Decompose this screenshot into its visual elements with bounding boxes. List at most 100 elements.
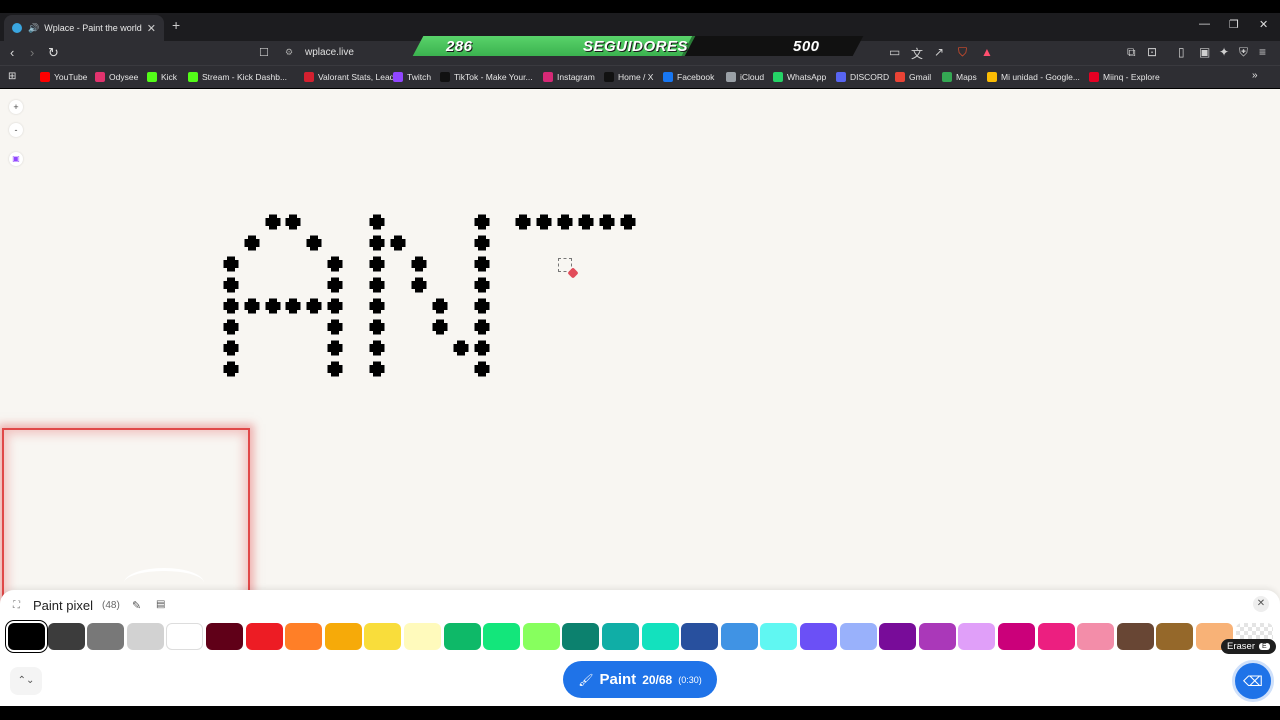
color-swatch[interactable]	[6, 621, 47, 652]
painted-pixel	[223, 277, 239, 293]
color-swatch[interactable]	[641, 623, 679, 650]
bookmark-label: Kick	[161, 72, 178, 82]
painted-pixel	[369, 298, 385, 314]
bookmark-14[interactable]: Maps	[942, 72, 977, 82]
painted-pixel	[474, 340, 490, 356]
color-swatch[interactable]	[879, 623, 917, 650]
color-swatch[interactable]	[522, 623, 560, 650]
bookmark-9[interactable]: Facebook	[663, 72, 714, 82]
cast-icon[interactable]: ▭	[889, 45, 900, 59]
window-close-button[interactable]: ✕	[1259, 18, 1268, 31]
vpn-icon[interactable]: ⛨	[1239, 45, 1248, 60]
color-swatch[interactable]	[958, 623, 996, 650]
bookmark-15[interactable]: Mi unidad - Google...	[987, 72, 1080, 82]
bookmark-6[interactable]: TikTok - Make Your...	[440, 72, 533, 82]
zoom-in-button[interactable]: +	[9, 100, 23, 114]
reload-button[interactable]: ↻	[48, 45, 59, 61]
color-swatch[interactable]	[1037, 623, 1075, 650]
color-swatch[interactable]	[166, 623, 204, 650]
bookmark-7[interactable]: Instagram	[543, 72, 595, 82]
close-panel-button[interactable]: ✕	[1253, 596, 1269, 612]
bookmark-favicon-icon	[304, 72, 314, 82]
color-swatch[interactable]	[206, 623, 243, 650]
bookmark-icon[interactable]: ☐	[259, 46, 269, 59]
painted-pixel	[369, 319, 385, 335]
color-swatch[interactable]	[800, 623, 837, 650]
painted-pixel	[578, 214, 594, 230]
restore-button[interactable]: ❐	[1229, 18, 1239, 31]
color-swatch[interactable]	[364, 623, 402, 650]
brave-shields-icon[interactable]: ⛉	[958, 45, 967, 60]
tab-wplace[interactable]: 🔊 Wplace - Paint the world ✕	[4, 15, 164, 41]
color-swatch[interactable]	[998, 623, 1035, 650]
pencil-icon[interactable]: ✎	[132, 599, 141, 612]
color-swatch[interactable]	[443, 623, 481, 650]
fullscreen-icon[interactable]: ⛶	[13, 600, 20, 611]
forward-button[interactable]: ›	[30, 45, 34, 60]
new-tab-button[interactable]: +	[172, 17, 180, 33]
painted-pixel	[515, 214, 531, 230]
color-swatch[interactable]	[404, 623, 441, 650]
bookmark-8[interactable]: Home / X	[604, 72, 653, 82]
share-icon[interactable]: ↗	[934, 45, 944, 59]
bookmark-label: Gmail	[909, 72, 932, 82]
bookmark-0[interactable]: YouTube	[40, 72, 87, 82]
bookmark-5[interactable]: Twitch	[393, 72, 431, 82]
brave-rewards-icon[interactable]: ▲	[981, 45, 993, 59]
menu-icon[interactable]: ≡	[1259, 45, 1266, 59]
paint-button[interactable]: 🖌 Paint 20/68 (0:30)	[563, 661, 717, 698]
color-swatch[interactable]	[681, 623, 719, 650]
bookmark-11[interactable]: WhatsApp	[773, 72, 826, 82]
bookmark-16[interactable]: Miinq - Explore	[1089, 72, 1160, 82]
eraser-tooltip: Eraser E	[1221, 639, 1276, 654]
wallet-icon[interactable]: ▣	[1199, 45, 1210, 59]
color-swatch[interactable]	[720, 623, 758, 650]
tab-close-icon[interactable]: ✕	[147, 22, 156, 35]
bookmark-favicon-icon	[836, 72, 846, 82]
color-swatch[interactable]	[918, 623, 956, 650]
more-bookmarks-icon[interactable]: »	[1252, 70, 1258, 81]
color-swatch[interactable]	[87, 623, 125, 650]
translate-icon[interactable]: 文	[911, 45, 923, 62]
color-swatch[interactable]	[47, 623, 85, 650]
sidebar-icon[interactable]: ▯	[1178, 45, 1185, 59]
audio-playing-icon[interactable]: 🔊	[28, 23, 39, 34]
color-swatch[interactable]	[1077, 623, 1115, 650]
color-swatch[interactable]	[839, 623, 877, 650]
extensions-icon[interactable]: ⧉	[1127, 45, 1136, 60]
bookmark-3[interactable]: Stream - Kick Dashb...	[188, 72, 287, 82]
color-swatch[interactable]	[760, 623, 798, 650]
color-swatch[interactable]	[245, 623, 283, 650]
bookmark-favicon-icon	[987, 72, 997, 82]
color-swatch[interactable]	[1156, 623, 1194, 650]
zoom-out-button[interactable]: -	[9, 123, 23, 137]
color-swatch[interactable]	[126, 623, 164, 650]
bookmark-4[interactable]: Valorant Stats, Lead...	[304, 72, 401, 82]
color-swatch[interactable]	[1116, 623, 1154, 650]
tab-search-icon[interactable]: ⊡	[1147, 45, 1157, 59]
back-button[interactable]: ‹	[10, 45, 14, 60]
color-swatch[interactable]	[483, 623, 521, 650]
color-swatch[interactable]	[324, 623, 362, 650]
painted-pixel	[432, 319, 448, 335]
apps-icon[interactable]: ⊞	[8, 71, 16, 82]
site-settings-icon[interactable]: ⚙	[285, 47, 293, 58]
collapse-panel-button[interactable]: ⌃⌄	[10, 667, 42, 695]
save-icon[interactable]: ▤	[156, 599, 165, 610]
twitch-icon[interactable]: ▣	[9, 152, 23, 166]
url-field[interactable]: wplace.live	[305, 47, 354, 58]
bookmark-2[interactable]: Kick	[147, 72, 177, 82]
bookmark-1[interactable]: Odysee	[95, 72, 138, 82]
leo-ai-icon[interactable]: ✦	[1219, 45, 1229, 59]
color-swatch[interactable]	[285, 623, 323, 650]
bookmark-13[interactable]: Gmail	[895, 72, 931, 82]
bookmark-10[interactable]: iCloud	[726, 72, 764, 82]
color-swatch[interactable]	[602, 623, 639, 650]
painted-pixel	[369, 277, 385, 293]
painted-pixel	[369, 340, 385, 356]
minimize-button[interactable]: —	[1199, 18, 1210, 30]
bookmark-12[interactable]: DISCORD	[836, 72, 889, 82]
bookmark-favicon-icon	[726, 72, 736, 82]
color-swatch[interactable]	[562, 623, 600, 650]
eraser-button[interactable]: ⌫	[1232, 660, 1274, 702]
